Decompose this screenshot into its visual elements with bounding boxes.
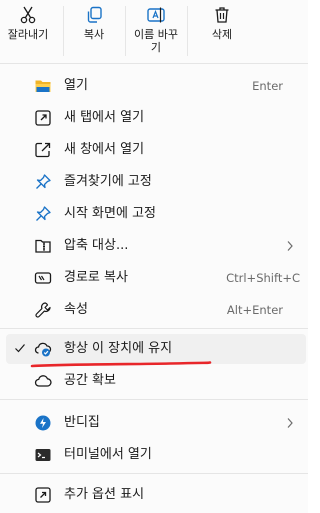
zip-icon (35, 239, 51, 253)
cloud-icon (34, 375, 52, 387)
menu-item-label: 추가 옵션 표시 (64, 487, 145, 502)
chevron-right-icon (287, 241, 293, 251)
trash-icon (215, 7, 229, 23)
toolbar-separator (187, 6, 188, 56)
menu-item-shortcut: Enter (252, 79, 283, 93)
open-new-tab-icon (35, 110, 51, 126)
menu-item-open-terminal[interactable]: 터미널에서 열기 (6, 440, 306, 470)
menu-divider (0, 63, 308, 64)
copy-icon (87, 6, 102, 23)
open-new-window-icon (35, 142, 51, 158)
menu-item-label: 압축 대상... (64, 238, 129, 253)
menu-item-label: 경로로 복사 (64, 270, 128, 285)
menu-item-label: 즐겨찾기에 고정 (64, 174, 152, 189)
menu-item-label: 터미널에서 열기 (64, 447, 152, 462)
menu-item-compress[interactable]: 압축 대상... (6, 231, 306, 261)
scissors-icon (20, 6, 36, 24)
cut-label: 잘라내기 (7, 28, 49, 41)
menu-item-keep-on-device[interactable]: 항상 이 장치에 유지 (6, 334, 306, 364)
menu-item-copy-path[interactable]: 경로로 복사 Ctrl+Shift+C (6, 263, 306, 293)
cloud-check-icon (34, 342, 52, 357)
checkmark-icon (15, 344, 25, 353)
menu-item-label: 새 탭에서 열기 (64, 110, 145, 125)
context-menu: 잘라내기 복사 이름 바꾸 기 삭제 열기 Enter 새 탭에서 열기 새 창… (0, 0, 308, 513)
more-options-icon (35, 487, 51, 503)
wrench-icon (35, 302, 51, 318)
menu-divider (0, 328, 308, 329)
copy-path-icon (34, 272, 52, 284)
menu-item-pin-quick-access[interactable]: 즐겨찾기에 고정 (6, 167, 306, 197)
chevron-right-icon (287, 418, 293, 428)
menu-divider (0, 399, 308, 400)
menu-item-pin-start[interactable]: 시작 화면에 고정 (6, 199, 306, 229)
bandizip-icon (35, 415, 51, 431)
menu-item-bandizip[interactable]: 반디집 (6, 408, 306, 438)
menu-item-open[interactable]: 열기 Enter (6, 71, 306, 101)
menu-divider (0, 473, 308, 474)
cut-button[interactable]: 잘라내기 (0, 0, 56, 62)
delete-button[interactable]: 삭제 (192, 0, 252, 62)
menu-item-label: 시작 화면에 고정 (64, 206, 156, 221)
menu-item-open-new-tab[interactable]: 새 탭에서 열기 (6, 103, 306, 133)
pin-icon (36, 206, 51, 221)
menu-item-shortcut: Ctrl+Shift+C (226, 271, 300, 285)
copy-label: 복사 (83, 28, 105, 41)
menu-item-label: 열기 (64, 78, 88, 93)
delete-label: 삭제 (211, 28, 233, 41)
context-menu-toolbar: 잘라내기 복사 이름 바꾸 기 삭제 (0, 0, 308, 62)
menu-item-label: 속성 (64, 302, 88, 317)
menu-item-open-new-window[interactable]: 새 창에서 열기 (6, 135, 306, 165)
menu-item-properties[interactable]: 속성 Alt+Enter (6, 295, 306, 325)
copy-button[interactable]: 복사 (64, 0, 124, 62)
menu-item-free-up-space[interactable]: 공간 확보 (6, 366, 306, 396)
menu-item-label: 항상 이 장치에 유지 (64, 341, 173, 356)
menu-item-shortcut: Alt+Enter (226, 303, 283, 317)
menu-item-label: 반디집 (64, 415, 100, 430)
menu-item-label: 공간 확보 (64, 373, 116, 388)
rename-label: 이름 바꾸 기 (134, 28, 178, 54)
menu-item-more-options[interactable]: 추가 옵션 표시 (6, 480, 306, 510)
pin-icon (36, 174, 51, 189)
menu-item-label: 새 창에서 열기 (64, 142, 145, 157)
rename-icon (147, 7, 165, 23)
folder-icon (35, 80, 51, 92)
terminal-icon (35, 449, 51, 461)
rename-button[interactable]: 이름 바꾸 기 (126, 0, 186, 62)
